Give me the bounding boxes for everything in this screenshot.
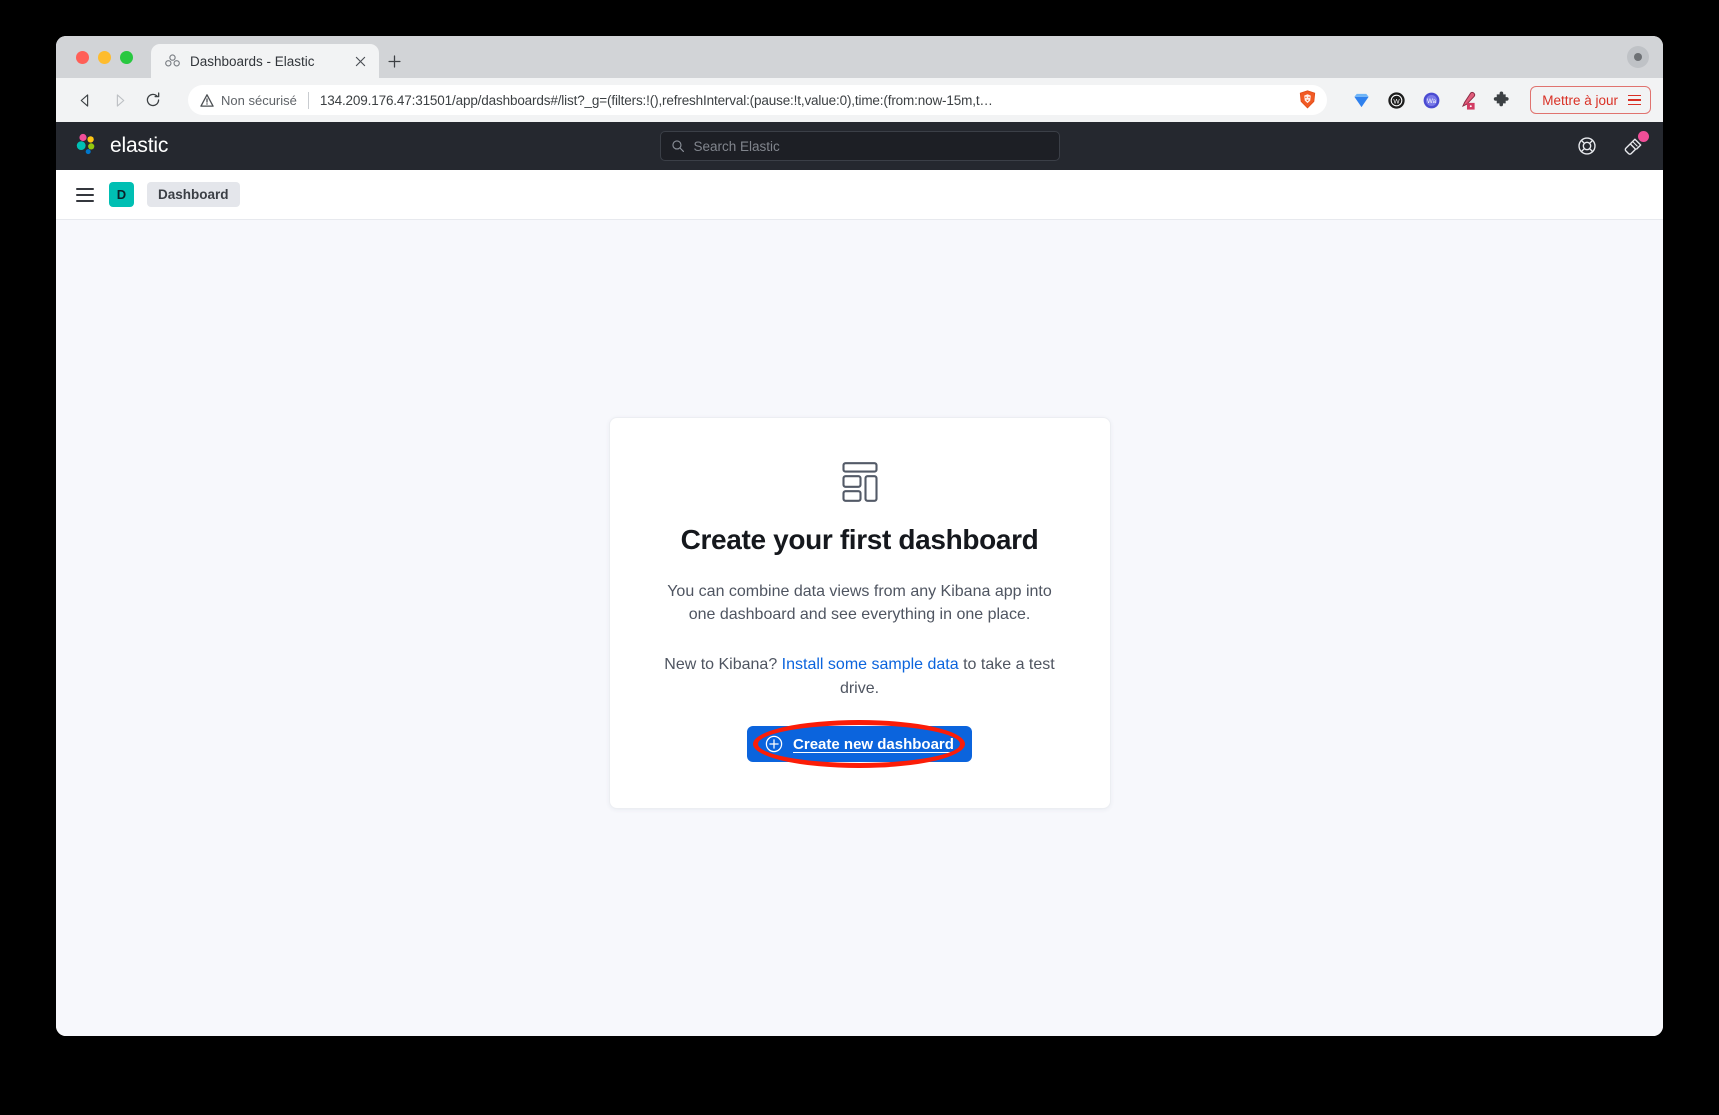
elastic-brand[interactable]: elastic (74, 131, 168, 162)
prompt-prefix: New to Kibana? (664, 656, 782, 673)
hamburger-menu-icon[interactable] (1628, 94, 1641, 106)
security-label: Non sécurisé (221, 92, 297, 108)
back-arrow-icon[interactable] (70, 85, 100, 115)
browser-tab[interactable]: Dashboards - Elastic (151, 44, 379, 78)
dashboard-layout-icon (837, 462, 883, 502)
url-text[interactable]: 134.209.176.47:31501/app/dashboards#/lis… (320, 93, 1291, 108)
news-notification-badge (1638, 131, 1649, 142)
update-browser-button[interactable]: Mettre à jour (1530, 86, 1651, 114)
window-minimize-button[interactable] (98, 50, 111, 64)
tab-strip-more-icon[interactable] (1627, 46, 1649, 68)
help-lifebuoy-icon[interactable] (1575, 134, 1599, 158)
page-title: Create your first dashboard (680, 523, 1039, 555)
omnibox-divider (307, 91, 309, 109)
puzzle-extensions-icon[interactable] (1491, 90, 1512, 111)
breadcrumb[interactable]: Dashboard (147, 182, 240, 207)
window-zoom-button[interactable] (120, 50, 133, 64)
plus-in-circle-icon (765, 735, 783, 753)
elastic-wordmark: elastic (110, 134, 169, 157)
browser-tab-strip: Dashboards - Elastic (56, 36, 1663, 78)
forward-arrow-icon[interactable] (104, 85, 134, 115)
wappalyzer-extension-icon[interactable]: Wa (1421, 90, 1442, 111)
reload-icon[interactable] (138, 85, 168, 115)
search-icon (671, 139, 685, 153)
extension-icons: W Wa (1341, 90, 1512, 111)
empty-state-description: You can combine data views from any Kiba… (667, 582, 1052, 624)
empty-state-sample-data-prompt: New to Kibana? Install some sample data … (654, 653, 1066, 700)
global-search-input[interactable]: Search Elastic (659, 131, 1060, 161)
kibana-app: elastic Search Elastic D Dashboard Creat… (56, 122, 1663, 1036)
hamburger-menu-icon[interactable] (74, 182, 96, 208)
close-icon[interactable] (351, 52, 369, 70)
elastic-cluster-icon (164, 53, 181, 70)
svg-text:W: W (1394, 98, 1401, 105)
eyedropper-extension-icon[interactable] (1456, 90, 1477, 111)
browser-nav-bar: Non sécurisé 134.209.176.47:31501/app/da… (56, 78, 1663, 122)
address-bar[interactable]: Non sécurisé 134.209.176.47:31501/app/da… (188, 85, 1328, 115)
security-status[interactable]: Non sécurisé (200, 93, 297, 108)
elastic-global-header: elastic Search Elastic (56, 122, 1663, 170)
browser-window: Dashboards - Elastic Non sécurisé 134.20… (56, 36, 1663, 1036)
empty-state-card: Create your first dashboard You can comb… (608, 416, 1111, 810)
brave-shield-icon[interactable] (1297, 89, 1319, 111)
breadcrumb-bar: D Dashboard (56, 170, 1663, 220)
install-sample-data-link[interactable]: Install some sample data (782, 656, 959, 673)
create-new-dashboard-label: Create new dashboard (793, 735, 954, 753)
create-new-dashboard-button[interactable]: Create new dashboard (747, 726, 972, 763)
space-avatar[interactable]: D (109, 182, 134, 207)
news-megaphone-icon[interactable] (1621, 131, 1649, 158)
svg-text:Wa: Wa (1427, 98, 1437, 105)
global-search-placeholder: Search Elastic (693, 138, 780, 154)
elastic-logo-icon (74, 131, 100, 162)
browser-tab-title: Dashboards - Elastic (190, 53, 315, 69)
circle-w-extension-icon[interactable]: W (1386, 90, 1407, 111)
warning-triangle-icon (200, 93, 214, 107)
diamond-extension-icon[interactable] (1351, 90, 1372, 111)
more-icon (1634, 53, 1642, 61)
update-button-label: Mettre à jour (1542, 92, 1618, 108)
window-traffic-lights (72, 36, 143, 78)
window-close-button[interactable] (76, 50, 89, 64)
new-tab-button[interactable] (379, 44, 409, 78)
header-actions (1575, 131, 1649, 158)
dashboard-empty-state-area: Create your first dashboard You can comb… (56, 220, 1663, 1036)
